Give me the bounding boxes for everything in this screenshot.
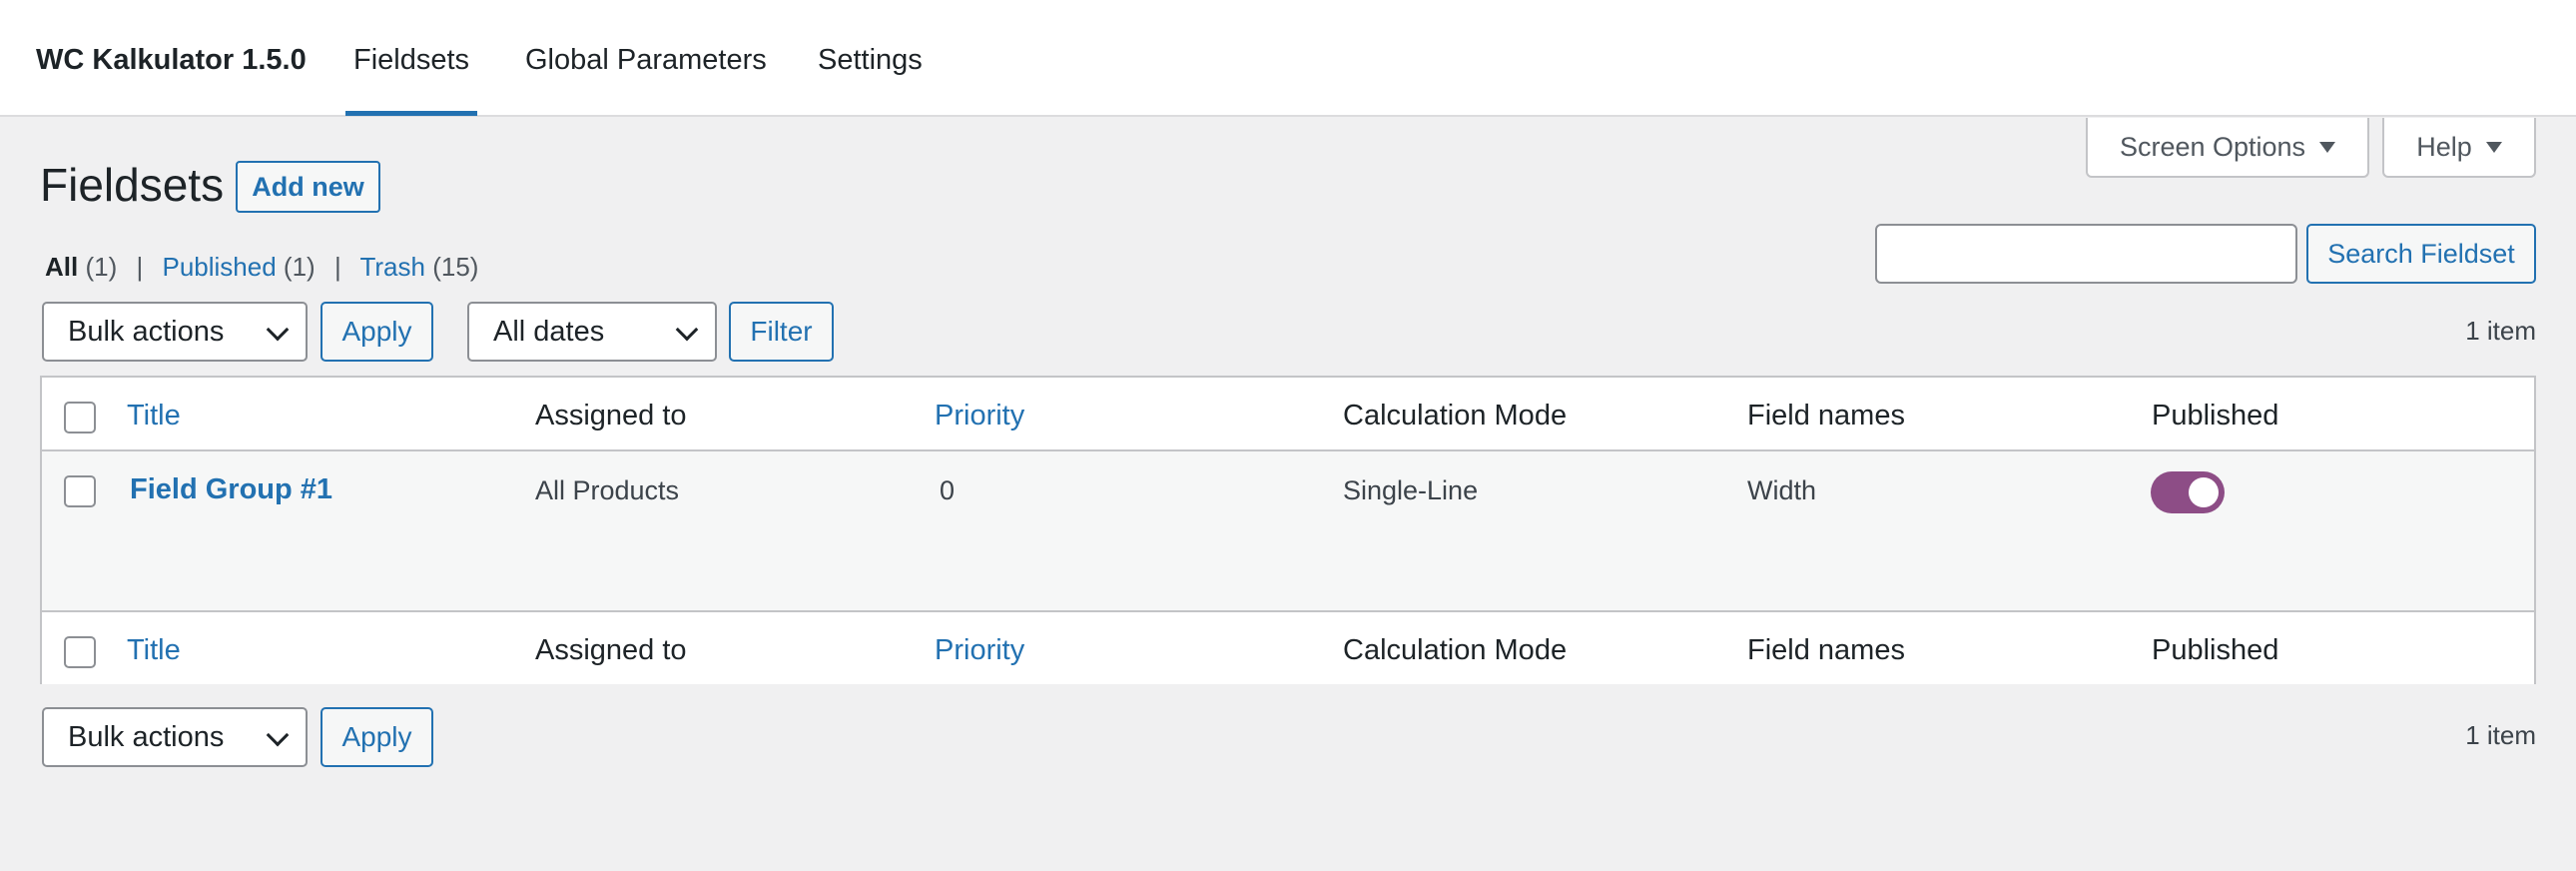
column-field-names: Field names [1747, 400, 1905, 432]
assigned-to-value: All Products [535, 475, 680, 505]
column-assigned-to: Assigned to [535, 400, 687, 432]
column-title-footer[interactable]: Title [127, 634, 181, 667]
table-footer: Title Assigned to Priority Calculation M… [42, 610, 2534, 684]
filter-published-count: (1) [283, 252, 316, 282]
plugin-brand: WC Kalkulator 1.5.0 [36, 44, 307, 76]
published-toggle[interactable] [2151, 471, 2225, 513]
page-title: Fieldsets [40, 159, 225, 211]
calculation-mode-value: Single-Line [1343, 475, 1479, 505]
apply-button-bottom[interactable]: Apply [321, 707, 433, 767]
active-tab-indicator [345, 111, 477, 116]
column-priority[interactable]: Priority [935, 400, 1024, 433]
help-label: Help [2416, 131, 2472, 162]
date-filter-value: All dates [493, 315, 605, 348]
filter-published[interactable]: Published [162, 252, 276, 282]
select-all-checkbox-footer[interactable] [64, 636, 96, 668]
add-new-button[interactable]: Add new [236, 161, 380, 213]
column-title[interactable]: Title [127, 400, 181, 433]
bulk-actions-value: Bulk actions [68, 315, 225, 348]
table-header: Title Assigned to Priority Calculation M… [42, 378, 2534, 451]
caret-down-icon [2485, 141, 2502, 153]
help-button[interactable]: Help [2382, 118, 2536, 178]
priority-value: 0 [940, 475, 956, 505]
plugin-header: WC Kalkulator 1.5.0 Fieldsets Global Par… [0, 0, 2576, 117]
filter-all-count: (1) [85, 252, 118, 282]
filter-trash-count: (15) [432, 252, 479, 282]
field-names-value: Width [1747, 475, 1817, 505]
chevron-down-icon [675, 318, 699, 342]
chevron-down-icon [266, 318, 290, 342]
toggle-knob [2189, 477, 2219, 507]
column-field-names-footer: Field names [1747, 634, 1905, 666]
filter-separator: | [333, 252, 341, 282]
item-count-bottom: 1 item [2465, 720, 2536, 750]
filter-trash[interactable]: Trash [359, 252, 425, 282]
column-calculation-mode-footer: Calculation Mode [1343, 634, 1568, 666]
bulk-actions-select-top[interactable]: Bulk actions [42, 302, 308, 362]
item-count-top: 1 item [2465, 316, 2536, 346]
apply-button-top[interactable]: Apply [321, 302, 433, 362]
caret-down-icon [2319, 141, 2336, 153]
column-calculation-mode: Calculation Mode [1343, 400, 1568, 432]
screen-options-button[interactable]: Screen Options [2086, 118, 2369, 178]
fieldset-title-link[interactable]: Field Group #1 [130, 473, 332, 506]
status-filter-links: All (1) | Published (1) | Trash (15) [45, 252, 478, 283]
fieldsets-table: Title Assigned to Priority Calculation M… [40, 376, 2536, 684]
chevron-down-icon [266, 723, 290, 747]
select-all-checkbox[interactable] [64, 402, 96, 434]
date-filter-select[interactable]: All dates [467, 302, 717, 362]
screen-options-label: Screen Options [2119, 131, 2306, 162]
column-published-footer: Published [2152, 634, 2279, 666]
filter-button[interactable]: Filter [729, 302, 834, 362]
bulk-actions-select-bottom[interactable]: Bulk actions [42, 707, 308, 767]
table-row: Field Group #1 All Products 0 Single-Lin… [42, 451, 2534, 610]
filter-all[interactable]: All [45, 252, 78, 282]
tab-fieldsets[interactable]: Fieldsets [353, 44, 469, 77]
column-published: Published [2152, 400, 2279, 432]
filter-separator: | [136, 252, 144, 282]
row-checkbox[interactable] [64, 475, 96, 507]
search-input[interactable] [1875, 224, 2297, 284]
column-assigned-to-footer: Assigned to [535, 634, 687, 666]
tab-settings[interactable]: Settings [818, 44, 923, 77]
tab-global-parameters[interactable]: Global Parameters [525, 44, 767, 77]
column-priority-footer[interactable]: Priority [935, 634, 1024, 667]
search-fieldset-button[interactable]: Search Fieldset [2306, 224, 2536, 284]
bulk-actions-value: Bulk actions [68, 720, 225, 753]
